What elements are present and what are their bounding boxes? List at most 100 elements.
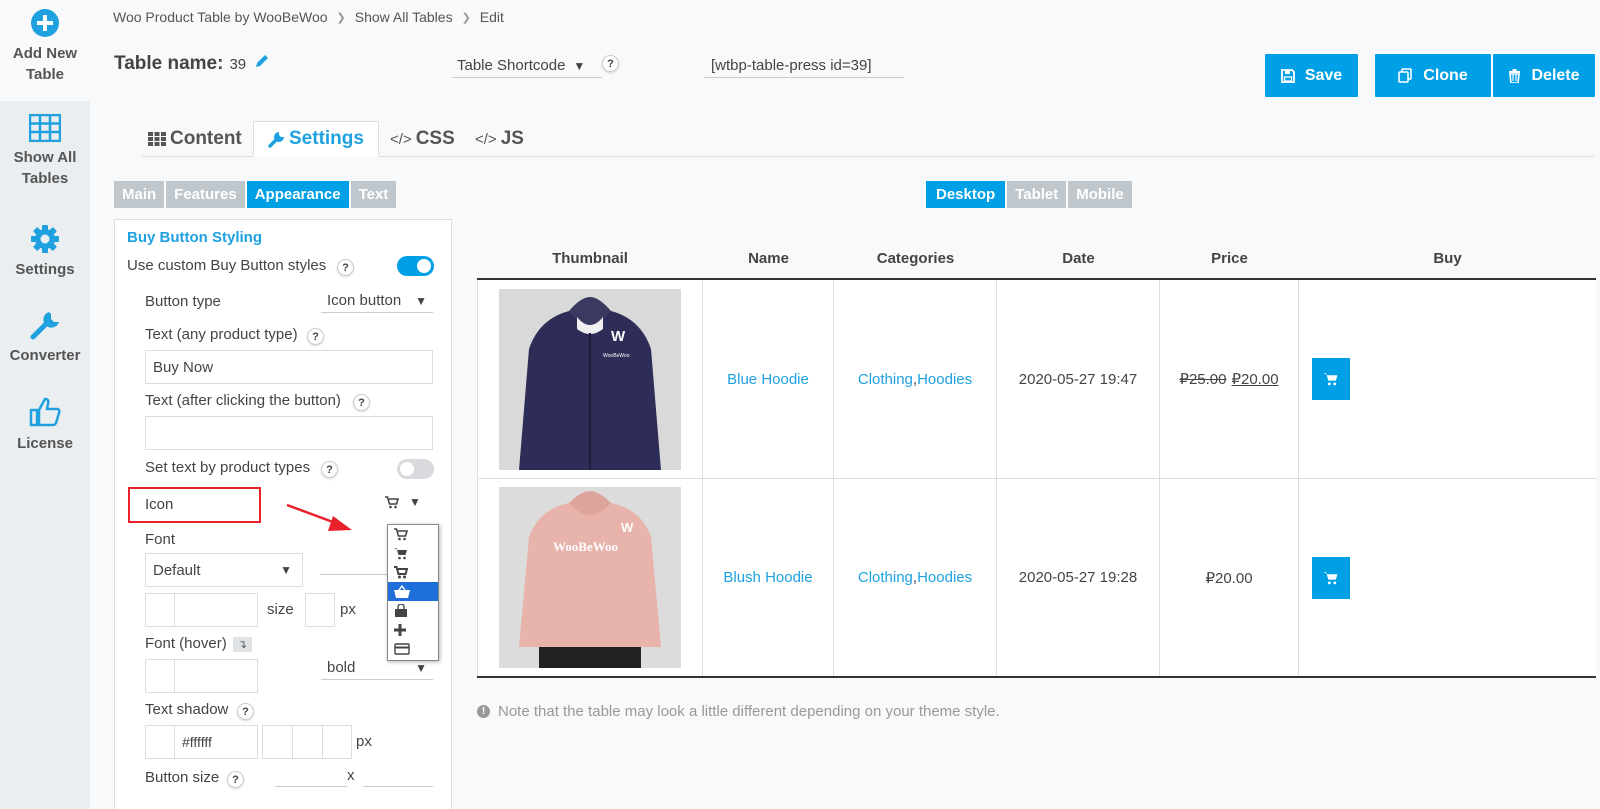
- sidebar-item-show-all-tables[interactable]: Show All Tables: [0, 114, 90, 189]
- delete-label: Delete: [1531, 66, 1580, 84]
- help-icon[interactable]: ?: [307, 328, 324, 345]
- dropdown-option-plus-icon[interactable]: [388, 620, 438, 639]
- shortcode-type-select[interactable]: Table Shortcode ▼: [452, 54, 602, 78]
- shadow-color-input[interactable]: #ffffff: [174, 725, 258, 759]
- help-icon[interactable]: ?: [237, 703, 254, 720]
- device-tab-desktop[interactable]: Desktop: [926, 181, 1006, 208]
- column-header-thumbnail[interactable]: Thumbnail: [477, 239, 703, 278]
- use-custom-toggle[interactable]: [397, 256, 434, 276]
- copy-style-icon[interactable]: ↴: [233, 637, 252, 652]
- save-button[interactable]: Save: [1265, 54, 1358, 97]
- subtab-main[interactable]: Main: [114, 181, 165, 208]
- device-tab-mobile[interactable]: Mobile: [1068, 181, 1132, 208]
- button-type-select[interactable]: Icon button ▼: [321, 289, 433, 313]
- column-header-buy[interactable]: Buy: [1299, 239, 1596, 278]
- button-height-input[interactable]: [363, 765, 433, 787]
- font-hover-label: Font (hover): [145, 635, 227, 652]
- help-icon[interactable]: ?: [602, 55, 619, 72]
- font-color-input[interactable]: [174, 593, 258, 627]
- product-thumbnail-blush-hoodie[interactable]: W WooBeWoo: [499, 487, 681, 668]
- dropdown-arrow-icon: ▼: [280, 563, 292, 577]
- column-header-categories[interactable]: Categories: [834, 239, 997, 278]
- text-after-input[interactable]: [145, 416, 433, 450]
- shadow-y-input[interactable]: [292, 725, 323, 759]
- category-link[interactable]: Hoodies: [917, 569, 972, 586]
- sidebar-item-converter[interactable]: Converter: [0, 310, 90, 366]
- subtab-features[interactable]: Features: [166, 181, 245, 208]
- delete-button[interactable]: Delete: [1493, 54, 1595, 97]
- tab-settings[interactable]: Settings: [253, 121, 379, 157]
- shadow-x-input[interactable]: [262, 725, 293, 759]
- wrench-icon: [268, 131, 284, 148]
- column-header-price[interactable]: Price: [1160, 239, 1299, 278]
- icon-select[interactable]: ▼: [385, 495, 421, 509]
- subtab-appearance[interactable]: Appearance: [246, 181, 349, 208]
- dropdown-option-credit-card-icon[interactable]: [388, 639, 438, 658]
- svg-text:W: W: [611, 328, 626, 345]
- icon-dropdown-list: [387, 524, 439, 661]
- copy-icon: [1398, 68, 1413, 83]
- hover-color-input[interactable]: [174, 659, 258, 693]
- dropdown-option-basket-icon[interactable]: [388, 582, 438, 601]
- hover-color-swatch[interactable]: [145, 659, 175, 693]
- add-to-cart-button[interactable]: [1312, 556, 1350, 599]
- shadow-color-swatch[interactable]: [145, 725, 175, 759]
- device-tab-tablet[interactable]: Tablet: [1007, 181, 1067, 208]
- svg-text:WooBeWoo: WooBeWoo: [603, 353, 630, 359]
- table-row: W WooBeWoo Blush Hoodie Clothing, Hoodie…: [477, 479, 1596, 678]
- help-icon[interactable]: ?: [321, 461, 338, 478]
- column-header-date[interactable]: Date: [997, 239, 1160, 278]
- button-width-input[interactable]: [275, 765, 347, 787]
- sidebar: Add New Table Show All Tables Settings C…: [0, 0, 90, 809]
- dropdown-arrow-icon: ▼: [409, 495, 421, 509]
- subtab-text[interactable]: Text: [350, 181, 397, 208]
- tab-js[interactable]: </> JS: [475, 121, 524, 157]
- tab-css[interactable]: </> CSS: [390, 121, 455, 157]
- sidebar-item-label: Settings: [15, 261, 75, 278]
- tab-content[interactable]: Content: [148, 121, 242, 157]
- x-label: x: [347, 767, 355, 784]
- product-name-link[interactable]: Blue Hoodie: [703, 280, 834, 478]
- size-label: size: [267, 601, 294, 618]
- breadcrumb-link-tables[interactable]: Show All Tables: [355, 9, 453, 25]
- sidebar-item-add-new-table[interactable]: Add New Table: [0, 0, 90, 101]
- help-icon[interactable]: ?: [227, 771, 244, 788]
- chevron-right-icon: ❯: [336, 11, 346, 24]
- buy-cell: [1299, 479, 1596, 676]
- column-header-name[interactable]: Name: [703, 239, 834, 278]
- product-name-link[interactable]: Blush Hoodie: [703, 479, 834, 676]
- help-icon[interactable]: ?: [337, 259, 354, 276]
- plus-circle-icon: [31, 9, 59, 37]
- help-icon[interactable]: ?: [353, 394, 370, 411]
- add-to-cart-button[interactable]: [1312, 358, 1350, 400]
- set-text-toggle[interactable]: [397, 459, 434, 479]
- product-thumbnail-blue-hoodie[interactable]: W WooBeWoo: [499, 288, 681, 470]
- breadcrumb-link-plugin[interactable]: Woo Product Table by WooBeWoo: [113, 9, 328, 25]
- shadow-blur-input[interactable]: [322, 725, 352, 759]
- shortcode-type-value: Table Shortcode: [457, 57, 566, 74]
- font-size-input[interactable]: [305, 593, 335, 627]
- sidebar-item-settings[interactable]: Settings: [0, 224, 90, 280]
- tab-css-label: CSS: [415, 128, 455, 149]
- sidebar-item-license[interactable]: License: [0, 396, 90, 454]
- save-label: Save: [1304, 66, 1343, 84]
- categories-cell: Clothing, Hoodies: [834, 479, 997, 676]
- font-color-swatch[interactable]: [145, 593, 175, 627]
- text-shadow-label: Text shadow: [145, 701, 229, 718]
- text-any-input[interactable]: Buy Now: [145, 350, 433, 384]
- dropdown-option-cart-3-icon[interactable]: [388, 563, 438, 582]
- px-label: px: [340, 601, 356, 618]
- shortcode-field[interactable]: [wtbp-table-press id=39]: [704, 53, 904, 78]
- category-link[interactable]: Hoodies: [917, 371, 972, 388]
- sidebar-item-label: License: [17, 435, 73, 452]
- category-link[interactable]: Clothing: [858, 569, 913, 586]
- font-select[interactable]: Default ▼: [145, 553, 303, 587]
- use-custom-label: Use custom Buy Button styles: [127, 257, 327, 274]
- cart-icon: [1323, 373, 1338, 386]
- category-link[interactable]: Clothing: [858, 371, 913, 388]
- pencil-icon[interactable]: [254, 53, 269, 75]
- dropdown-option-bag-icon[interactable]: [388, 601, 438, 620]
- dropdown-option-cart-1-icon[interactable]: [388, 525, 438, 544]
- dropdown-option-cart-2-icon[interactable]: [388, 544, 438, 563]
- clone-button[interactable]: Clone: [1375, 54, 1491, 97]
